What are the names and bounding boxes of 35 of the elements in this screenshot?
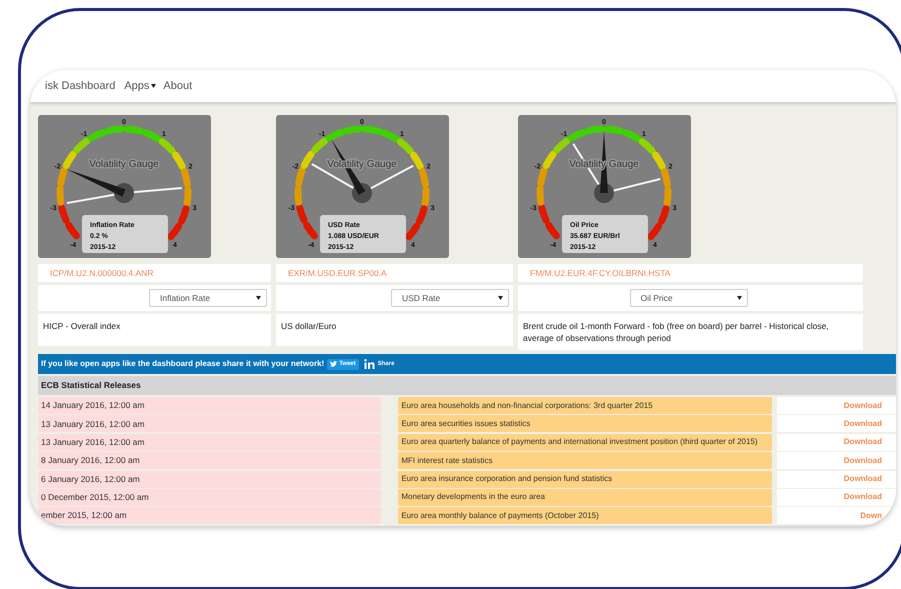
nav-link[interactable]: About (163, 78, 192, 94)
release-date: 6 January 2016, 12:00 am (38, 470, 382, 488)
release-title: Euro area securities issues statistics (398, 415, 772, 432)
series-description: HICP - Overall index (38, 314, 271, 346)
release-date: 13 January 2016, 12:00 am (38, 415, 382, 432)
releases-header: ECB Statistical Releases (38, 376, 896, 395)
brand-link[interactable]: isk Dashboard (45, 78, 116, 94)
release-date: 14 January 2016, 12:00 am (38, 397, 382, 414)
series-select[interactable]: Oil Price (630, 289, 748, 307)
series-code: ICP/M.U2.N.000000.4.ANR (38, 264, 271, 282)
release-title: Euro area insurance corporation and pension fund statistics (398, 470, 772, 488)
release-title: Euro area monthly balance of payments (October 2015) (398, 507, 772, 524)
series-description: Brent crude oil 1-month Forward - fob (free on board) per barrel - Historical close, average of observations through period (518, 314, 863, 350)
gauge-title: Volatility Gauge (89, 159, 159, 170)
release-title: Monetary developments in the euro area (398, 488, 772, 506)
linkedin-icon (364, 359, 375, 369)
release-date: 8 January 2016, 12:00 am (38, 452, 382, 470)
caret-icon (498, 296, 503, 300)
series-code: EXR/M.USD.EUR.SP00.A (276, 264, 513, 282)
series-select[interactable]: Inflation Rate (149, 289, 267, 307)
series-select[interactable]: USD Rate (391, 289, 509, 307)
release-title: MFI interest rate statistics (398, 452, 772, 470)
caret-icon (736, 296, 742, 300)
series-description: US dollar/Euro (276, 314, 513, 346)
series-code: FM/M.U2.EUR.4F.CY.OILBRNI.HSTA (518, 264, 863, 282)
bird-icon (330, 361, 338, 367)
release-title: Euro area households and non-financial corporations: 3rd quarter 2015 (398, 397, 772, 414)
download-link[interactable]: Down (860, 510, 882, 522)
nav-link[interactable]: Apps (124, 78, 156, 94)
release-title: Euro area quarterly balance of payments and international investment position (third quarter of 2015) (398, 434, 772, 451)
release-date: 0 December 2015, 12:00 am (38, 488, 382, 506)
share-message: If you like open apps like the dashboard please share it with your network! (41, 358, 324, 370)
caret-icon (256, 296, 261, 300)
release-date: 13 January 2016, 12:00 am (38, 434, 382, 451)
release-date: ember 2015, 12:00 am (38, 507, 382, 524)
